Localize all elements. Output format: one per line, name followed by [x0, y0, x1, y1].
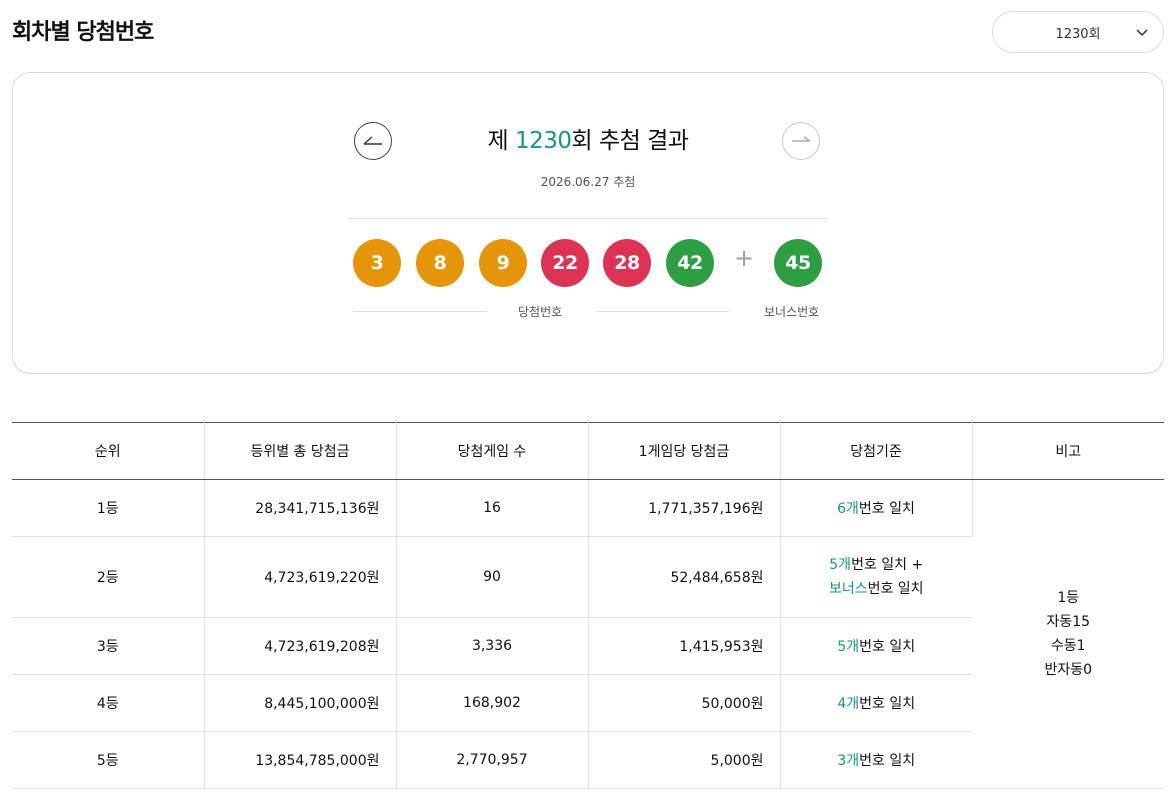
winning-number-ball: 3: [353, 239, 401, 287]
total-prize-cell: 4,723,619,220원: [204, 536, 397, 618]
prize-per-game-cell: 50,000원: [588, 674, 781, 732]
criteria-cell: 6개번호 일치: [780, 479, 973, 537]
winner-count-cell: 16: [396, 479, 589, 537]
criteria-cell: 3개번호 일치: [780, 731, 972, 789]
criteria-cell: 5개번호 일치: [780, 617, 972, 675]
winner-count-cell: 168,902: [396, 674, 589, 732]
caption-line: [353, 311, 487, 312]
winning-number-ball: 9: [479, 239, 527, 287]
header-remark: 비고: [972, 422, 1164, 480]
header-criteria: 당첨기준: [780, 422, 973, 480]
prize-table: 순위 등위별 총 당첨금 당첨게임 수 1게임당 당첨금 당첨기준 비고 1등 …: [12, 422, 1164, 789]
draw-title: 제 1230회 추첨 결과: [487, 128, 689, 154]
rank-cell: 4등: [12, 674, 205, 732]
chevron-down-icon: [1136, 29, 1148, 37]
rank-cell: 1등: [12, 479, 205, 537]
draw-date: 2026.06.27 추첨: [540, 175, 636, 189]
arrow-right-icon: [792, 136, 811, 142]
winner-count-cell: 3,336: [396, 617, 589, 675]
table-header-row: 순위 등위별 총 당첨금 당첨게임 수 1게임당 당첨금 당첨기준 비고: [12, 422, 1164, 480]
draw-result-card: 제 1230회 추첨 결과 2026.06.27 추첨 3 8 9 22 28 …: [12, 72, 1164, 374]
total-prize-cell: 4,723,619,208원: [204, 617, 397, 675]
header-total-prize: 등위별 총 당첨금: [204, 422, 397, 480]
next-round-button[interactable]: [782, 122, 820, 160]
total-prize-cell: 28,341,715,136원: [204, 479, 397, 537]
winning-number-ball: 42: [666, 239, 714, 287]
prize-per-game-cell: 52,484,658원: [588, 536, 781, 618]
prize-per-game-cell: 1,415,953원: [588, 617, 781, 675]
card-divider: [348, 218, 828, 219]
winner-count-cell: 2,770,957: [396, 731, 589, 789]
total-prize-cell: 13,854,785,000원: [204, 731, 397, 789]
rank-cell: 3등: [12, 617, 205, 675]
prize-per-game-cell: 1,771,357,196원: [588, 479, 781, 537]
rank-cell: 2등: [12, 536, 205, 618]
winning-numbers-label: 당첨번호: [518, 305, 563, 319]
round-select-value: 1230회: [1055, 26, 1101, 42]
page-title: 회차별 당첨번호: [12, 20, 154, 45]
draw-round-number: 1230: [515, 128, 572, 154]
header-prize-per-game: 1게임당 당첨금: [588, 422, 781, 480]
criteria-cell: 5개번호 일치 + 보너스번호 일치: [780, 536, 972, 618]
round-select[interactable]: 1230회: [992, 11, 1164, 53]
criteria-cell: 4개번호 일치: [780, 674, 972, 732]
caption-line: [597, 311, 729, 312]
winning-number-ball: 28: [603, 239, 651, 287]
bonus-number-label: 보너스번호: [764, 305, 820, 319]
header-rank: 순위: [12, 422, 205, 480]
prize-per-game-cell: 5,000원: [588, 731, 781, 789]
winning-number-ball: 8: [416, 239, 464, 287]
total-prize-cell: 8,445,100,000원: [204, 674, 397, 732]
header-winner-count: 당첨게임 수: [396, 422, 589, 480]
bonus-number-ball: 45: [774, 239, 822, 287]
remark-cell: 1등 자동15 수동1 반자동0: [972, 479, 1164, 789]
rank-cell: 5등: [12, 731, 205, 789]
winning-number-ball: 22: [541, 239, 589, 287]
winner-count-cell: 90: [396, 536, 589, 618]
plus-sign: +: [733, 244, 755, 272]
table-row: 1등 28,341,715,136원 16 1,771,357,196원 6개번…: [12, 479, 1164, 789]
